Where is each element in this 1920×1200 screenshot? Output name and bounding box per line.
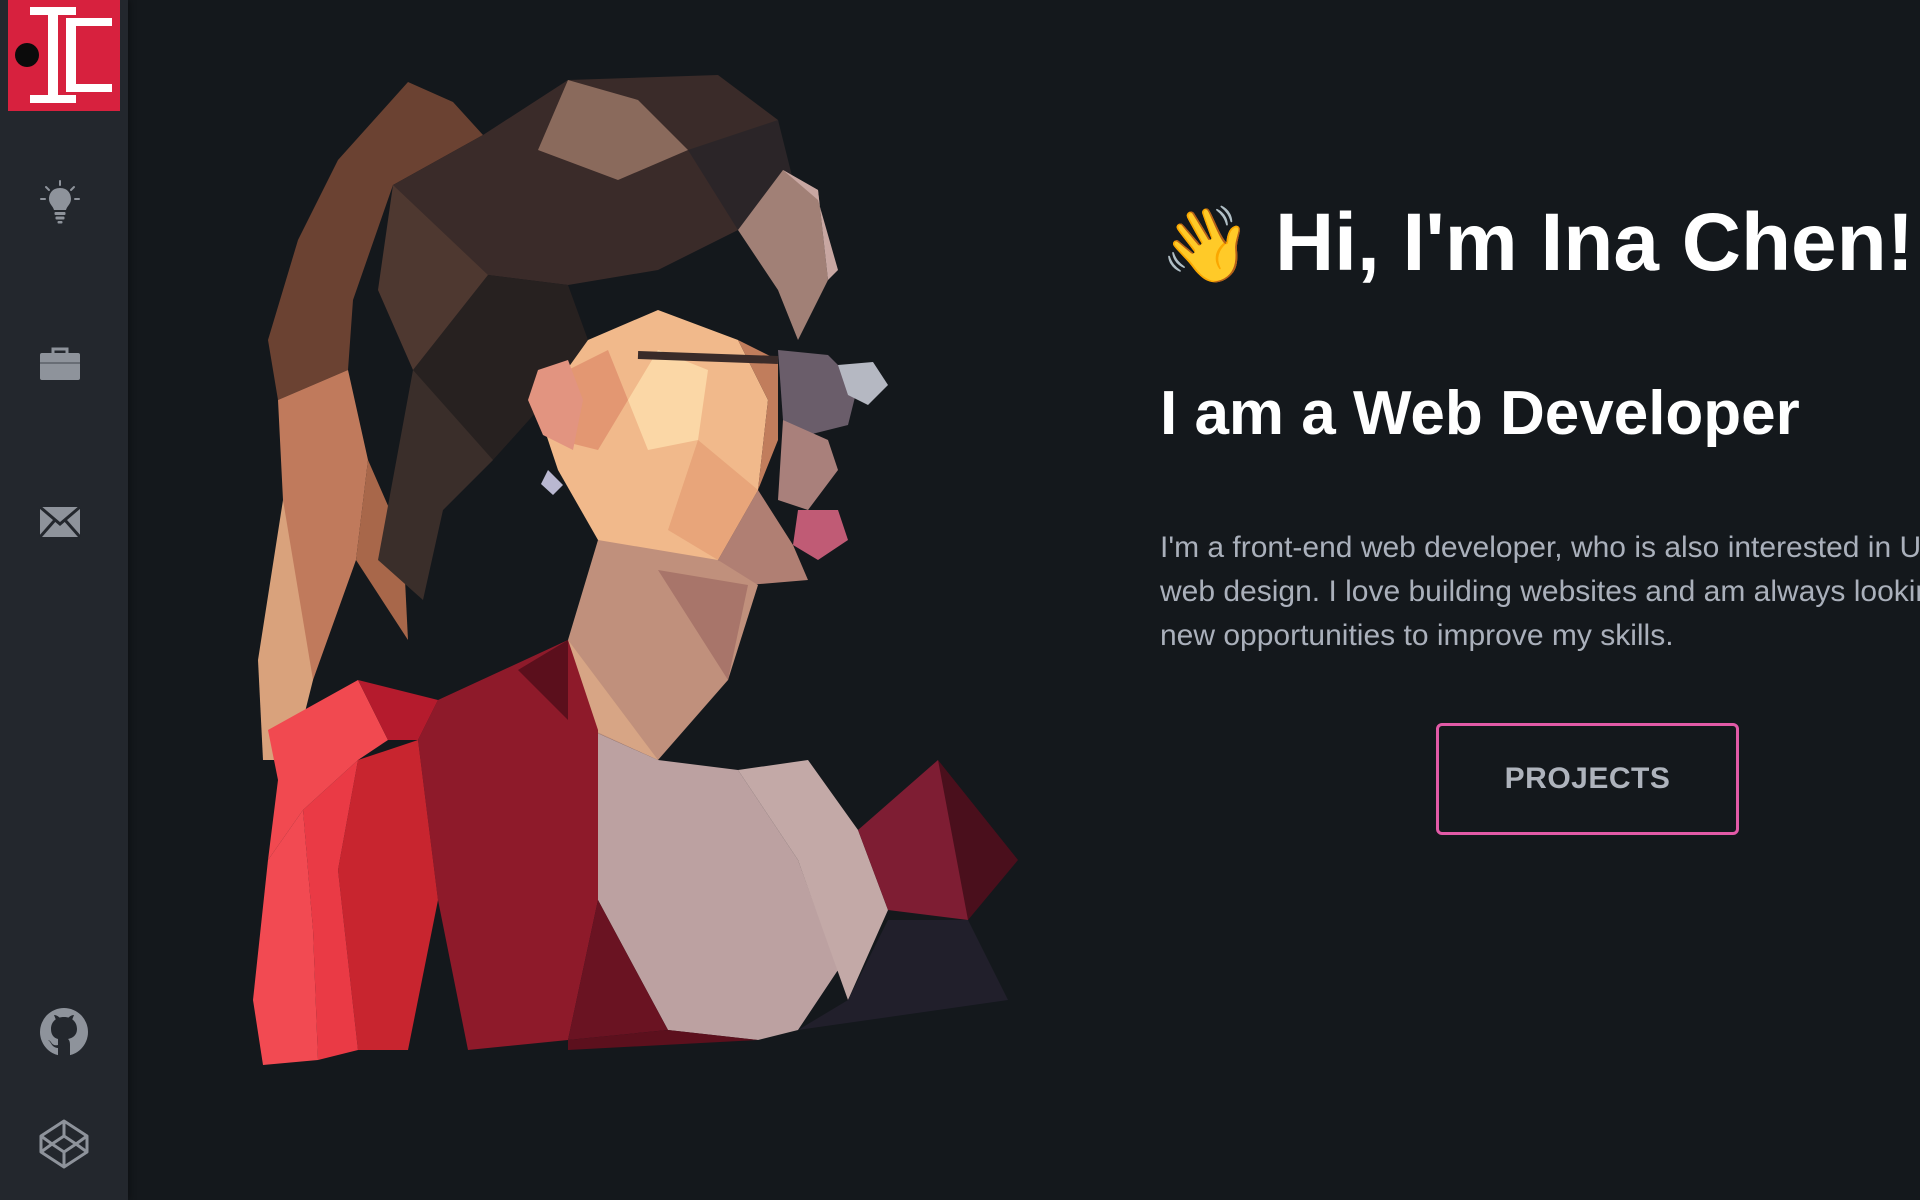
projects-button[interactable]: PROJECTS	[1436, 723, 1739, 835]
hero-role: I am a Web Developer	[1160, 379, 1800, 448]
sidebar	[0, 0, 128, 1200]
codepen-icon	[39, 1119, 89, 1169]
briefcase-icon	[40, 347, 80, 380]
skills-nav-link[interactable]	[34, 176, 86, 228]
hero-bio: I'm a front-end web developer, who is al…	[1160, 531, 1920, 652]
waving-hand-icon: 👋	[1160, 202, 1253, 288]
lightbulb-icon	[40, 180, 80, 224]
github-link[interactable]	[38, 1006, 90, 1058]
codepen-link[interactable]	[38, 1118, 90, 1170]
greeting-text: Hi, I'm Ina Chen!	[1274, 197, 1915, 288]
main-content: 👋 Hi, I'm Ina Chen! I am a Web Developer…	[128, 0, 1920, 1200]
envelope-icon	[39, 506, 81, 538]
site-logo[interactable]	[8, 0, 120, 111]
logo-mark-icon	[15, 7, 112, 103]
low-poly-portrait-illustration	[253, 75, 1018, 1065]
work-nav-link[interactable]	[34, 338, 86, 390]
contact-nav-link[interactable]	[34, 496, 86, 548]
hero-greeting: 👋 Hi, I'm Ina Chen!	[1160, 197, 1915, 288]
github-icon	[40, 1008, 88, 1056]
